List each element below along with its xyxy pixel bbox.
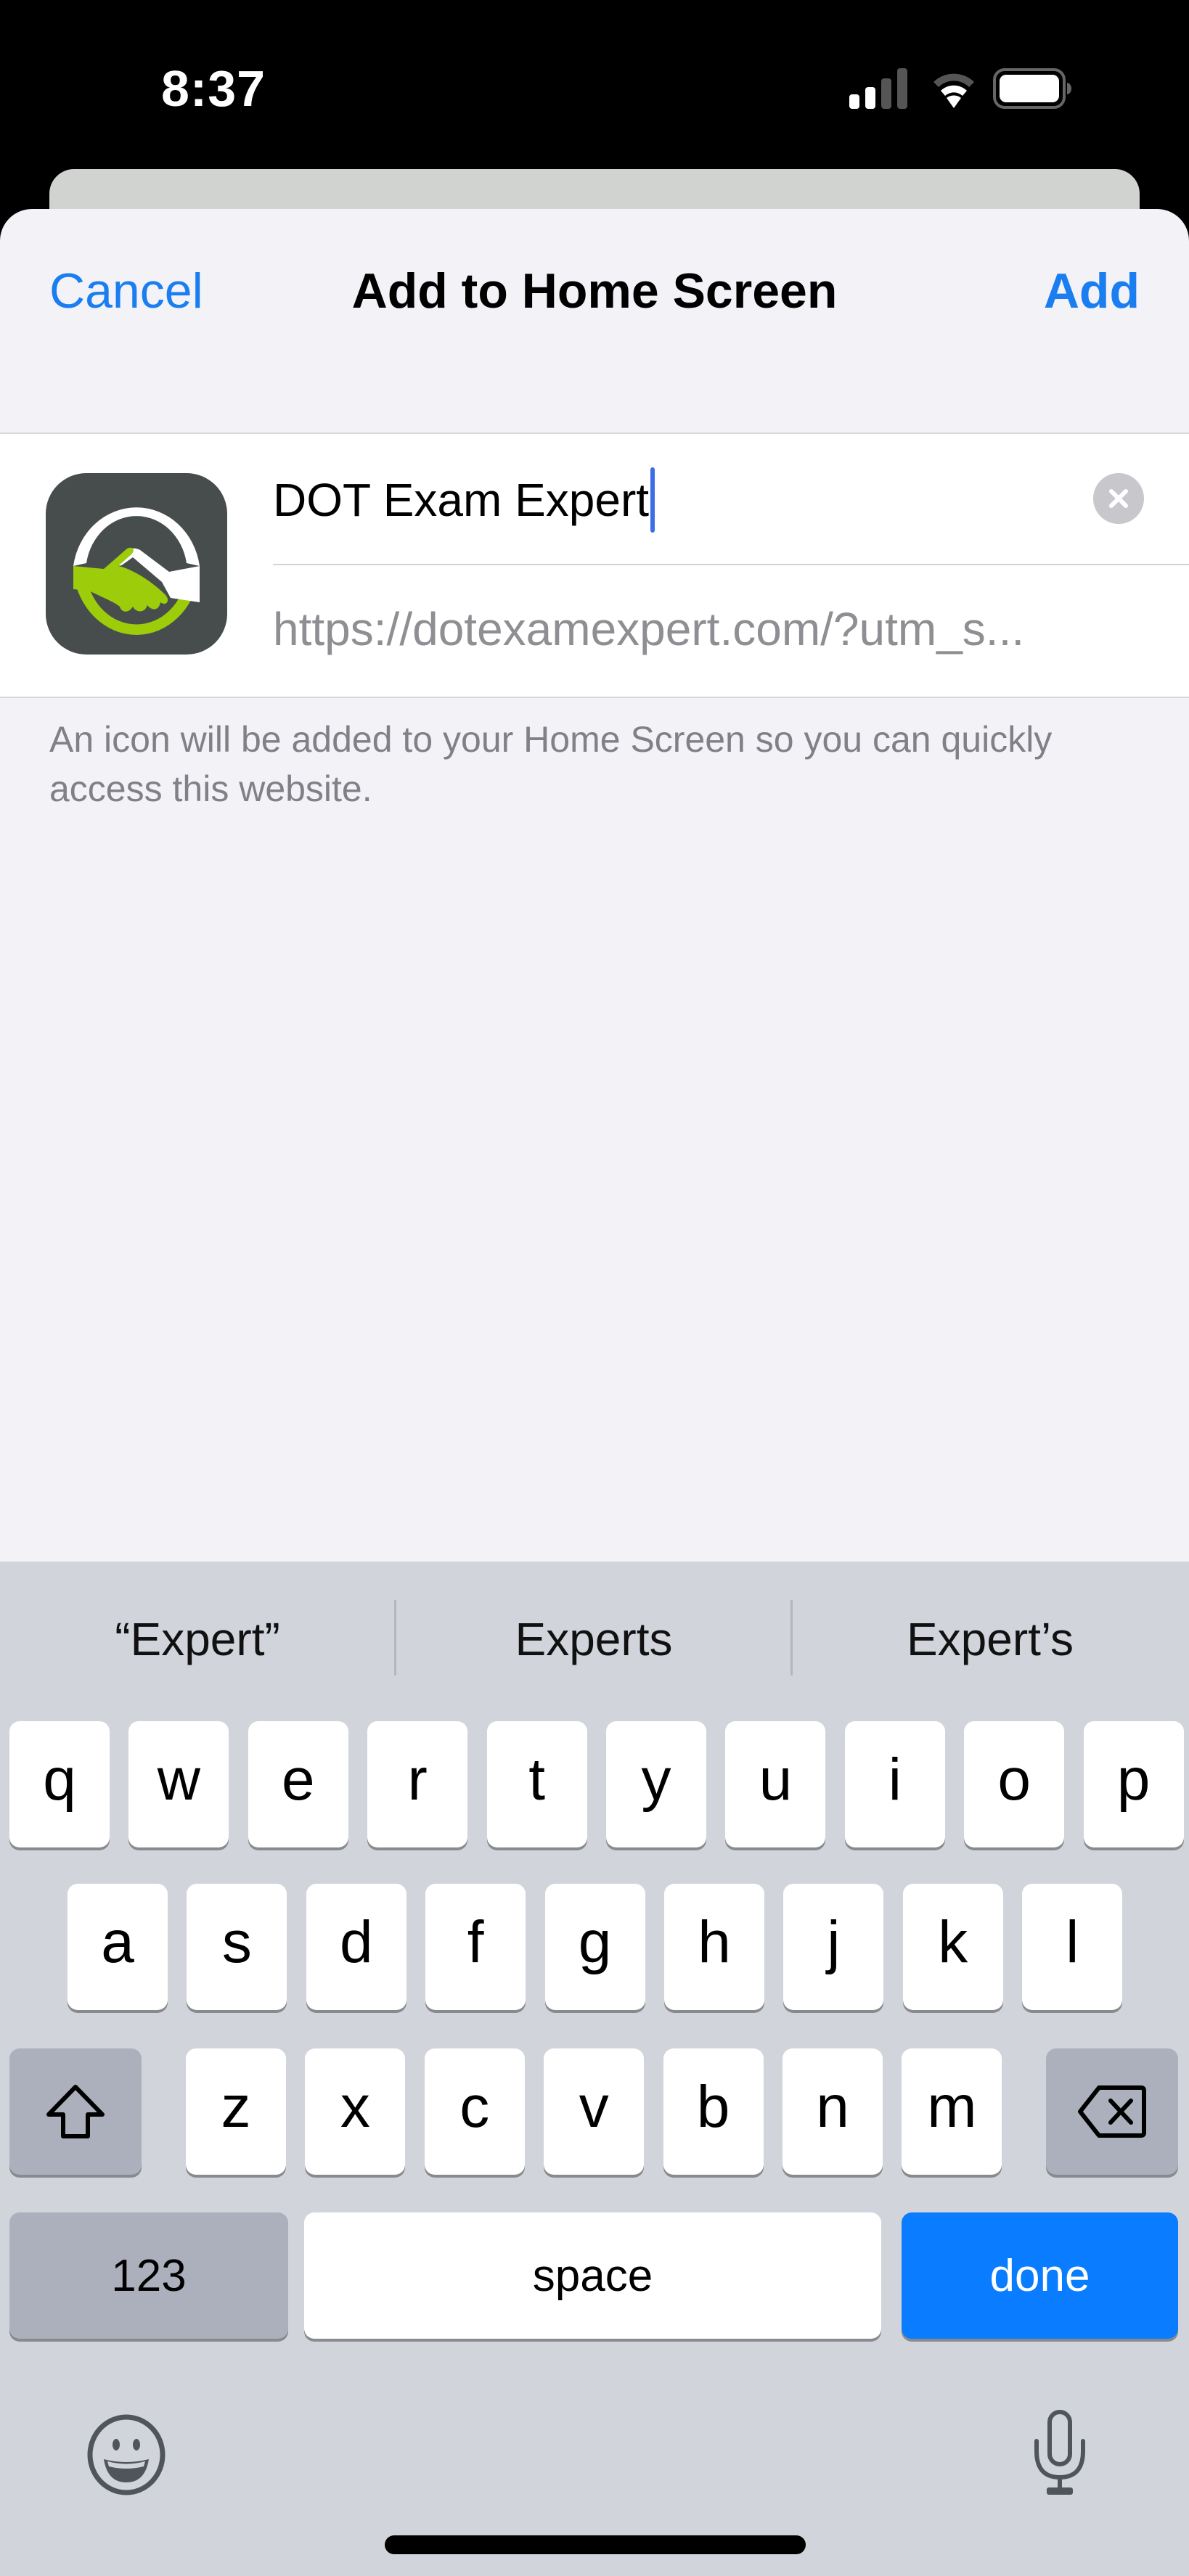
key-label: j [827, 1909, 841, 1975]
key-label: b [696, 2074, 730, 2140]
microphone-icon [1034, 2410, 1085, 2495]
delete-key[interactable] [1046, 2048, 1178, 2175]
key-y[interactable]: y [606, 1721, 706, 1847]
key-t[interactable]: t [486, 1721, 587, 1847]
suggestion-2[interactable]: Experts [396, 1612, 791, 1666]
shortcut-name-input[interactable]: DOT Exam Expert [273, 467, 655, 533]
numbers-key-label: 123 [111, 2250, 187, 2301]
clear-text-button[interactable] [1093, 473, 1144, 524]
row-divider [273, 564, 1189, 565]
sheet-title: Add to Home Screen [351, 263, 838, 319]
key-label: c [459, 2074, 490, 2140]
key-k[interactable]: k [902, 1884, 1003, 2010]
add-button[interactable]: Add [1044, 263, 1140, 319]
key-label: o [997, 1747, 1031, 1813]
shift-icon [46, 2085, 105, 2138]
key-label: f [467, 1909, 484, 1975]
key-w[interactable]: w [128, 1721, 229, 1847]
key-f[interactable]: f [425, 1884, 526, 2010]
key-p[interactable]: p [1083, 1721, 1184, 1847]
suggestion-3[interactable]: Expert’s [793, 1612, 1188, 1666]
emoji-icon [87, 2414, 166, 2495]
key-a[interactable]: a [68, 1884, 168, 2010]
key-label: z [221, 2074, 251, 2140]
key-g[interactable]: g [544, 1884, 645, 2010]
key-label: n [816, 2074, 849, 2140]
space-key[interactable]: space [304, 2212, 881, 2339]
key-label: x [340, 2074, 370, 2140]
key-z[interactable]: z [186, 2048, 286, 2175]
key-label: e [281, 1747, 315, 1813]
shortcut-url: https://dotexamexpert.com/?utm_s... [273, 603, 1025, 655]
key-r[interactable]: r [367, 1721, 468, 1847]
key-label: h [698, 1909, 731, 1975]
key-label: i [888, 1747, 902, 1813]
key-label: r [407, 1747, 428, 1813]
key-label: s [221, 1909, 252, 1975]
wifi-icon [933, 73, 974, 108]
key-s[interactable]: s [187, 1884, 287, 2010]
key-label: y [641, 1747, 671, 1813]
cellular-signal-icon [849, 68, 907, 109]
home-indicator [385, 2535, 806, 2554]
key-label: v [579, 2074, 609, 2140]
emoji-button[interactable] [86, 2413, 167, 2501]
microphone-button[interactable] [1029, 2409, 1090, 2503]
text-caret [650, 467, 655, 533]
done-key-label: done [989, 2250, 1090, 2301]
key-v[interactable]: v [544, 2048, 645, 2175]
key-d[interactable]: d [306, 1884, 406, 2010]
key-label: a [101, 1909, 134, 1975]
key-label: k [938, 1909, 968, 1975]
space-key-label: space [532, 2250, 653, 2301]
key-i[interactable]: i [844, 1721, 945, 1847]
shortcut-name-value: DOT Exam Expert [273, 474, 650, 526]
key-label: w [157, 1747, 200, 1813]
key-b[interactable]: b [663, 2048, 764, 2175]
key-o[interactable]: o [964, 1721, 1065, 1847]
key-j[interactable]: j [783, 1884, 884, 2010]
key-m[interactable]: m [902, 2048, 1002, 2175]
key-label: m [927, 2074, 977, 2140]
key-l[interactable]: l [1022, 1884, 1123, 2010]
delete-backspace-icon [1078, 2085, 1146, 2138]
key-u[interactable]: u [725, 1721, 826, 1847]
key-label: g [578, 1909, 612, 1975]
key-x[interactable]: x [305, 2048, 406, 2175]
numbers-key[interactable]: 123 [9, 2212, 288, 2339]
footer-note: An icon will be added to your Home Scree… [49, 719, 1053, 809]
key-label: l [1066, 1909, 1079, 1975]
key-label: u [759, 1747, 793, 1813]
key-label: t [528, 1747, 545, 1813]
battery-icon [993, 68, 1071, 109]
key-n[interactable]: n [783, 2048, 883, 2175]
key-e[interactable]: e [248, 1721, 348, 1847]
suggestion-1[interactable]: “Expert” [0, 1612, 395, 1666]
shift-key[interactable] [9, 2048, 142, 2175]
handshake-app-icon [46, 473, 227, 655]
clear-text-icon [1109, 489, 1128, 508]
key-q[interactable]: q [9, 1721, 110, 1847]
status-icons [849, 67, 1073, 110]
done-key[interactable]: done [902, 2212, 1178, 2339]
status-time: 8:37 [161, 60, 266, 117]
key-h[interactable]: h [664, 1884, 764, 2010]
key-c[interactable]: c [424, 2048, 525, 2175]
key-label: q [43, 1747, 76, 1813]
key-label: d [339, 1909, 373, 1975]
key-label: p [1116, 1747, 1151, 1813]
